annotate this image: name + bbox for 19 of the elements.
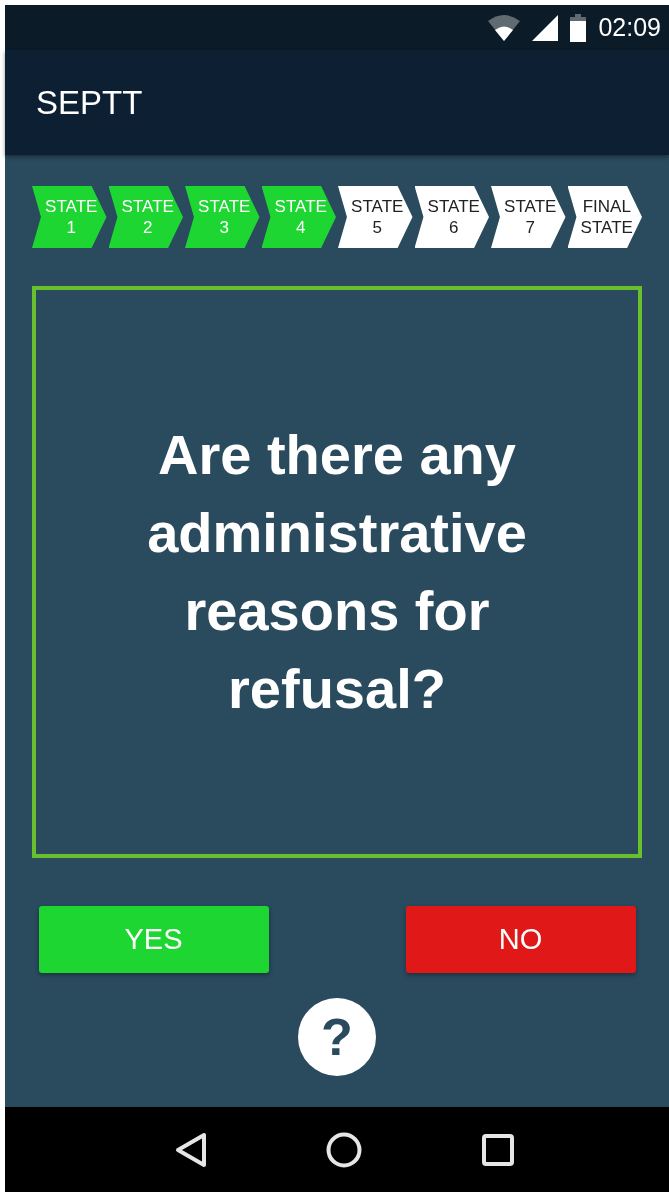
step-chevron: STATE 7	[491, 186, 566, 248]
step-chevron: FINAL STATE	[567, 186, 642, 248]
no-button[interactable]: NO	[405, 906, 636, 973]
back-icon[interactable]	[174, 1131, 207, 1168]
step-chevron: STATE 5	[338, 186, 413, 248]
help-button[interactable]: ?	[298, 998, 376, 1076]
step-chevron: STATE 6	[414, 186, 489, 248]
step-chevron: STATE 1	[32, 186, 107, 248]
battery-icon	[570, 13, 587, 42]
signal-icon	[532, 14, 559, 41]
clock-time: 02:09	[598, 13, 661, 42]
home-icon[interactable]	[326, 1131, 363, 1168]
wifi-icon	[488, 14, 521, 41]
app-title: SEPTT	[36, 83, 143, 122]
step-chevron: STATE 4	[261, 186, 336, 248]
question-text: Are there any administrative reasons for refusal?	[146, 422, 528, 722]
step-chevron: STATE 3	[185, 186, 260, 248]
recents-icon[interactable]	[482, 1133, 515, 1166]
step-chevron: STATE 2	[108, 186, 183, 248]
